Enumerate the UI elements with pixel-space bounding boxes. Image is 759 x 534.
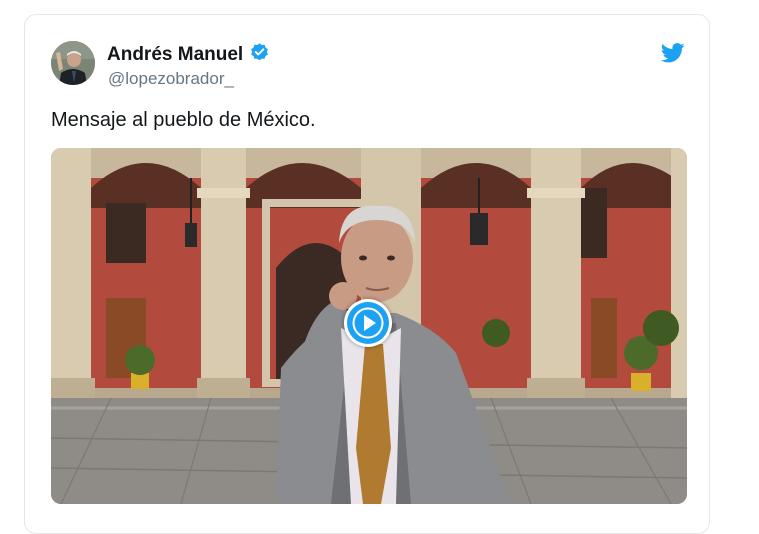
author-handle[interactable]: @lopezobrador_	[108, 69, 234, 89]
author-name[interactable]: Andrés Manuel	[107, 44, 243, 66]
play-icon	[347, 302, 389, 344]
video-player[interactable]	[51, 148, 687, 504]
play-button[interactable]	[344, 299, 392, 347]
tweet-text: Mensaje al pueblo de México.	[51, 109, 316, 131]
verified-badge-icon	[249, 42, 270, 68]
tweet-card[interactable]: Andrés Manuel @lopezobrador_ Mensaje al …	[24, 14, 710, 534]
twitter-bird-icon[interactable]	[660, 43, 685, 63]
avatar[interactable]	[51, 41, 95, 85]
